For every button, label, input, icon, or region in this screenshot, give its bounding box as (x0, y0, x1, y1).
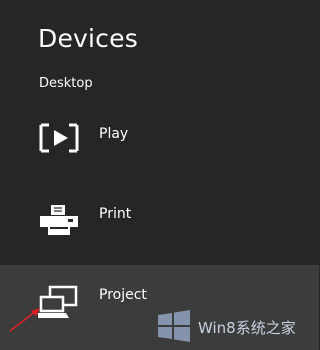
play-to-device-icon (39, 123, 79, 153)
device-item-play[interactable]: Play (0, 100, 319, 182)
device-item-print-label: Print (99, 206, 132, 222)
device-item-play-label: Play (99, 126, 129, 142)
device-item-print[interactable]: Print (0, 182, 319, 264)
site-watermark: Win8系统之家 (156, 307, 319, 347)
watermark-text: Win8系统之家 (198, 319, 296, 337)
printer-icon (40, 205, 78, 235)
section-label-desktop: Desktop (39, 76, 93, 91)
windows-logo-icon (158, 310, 190, 342)
devices-charm-panel: Devices Desktop Play Print Project (0, 0, 319, 350)
panel-title: Devices (38, 24, 138, 53)
annotation-arrow-icon (9, 308, 40, 332)
device-item-project-label: Project (99, 287, 147, 303)
